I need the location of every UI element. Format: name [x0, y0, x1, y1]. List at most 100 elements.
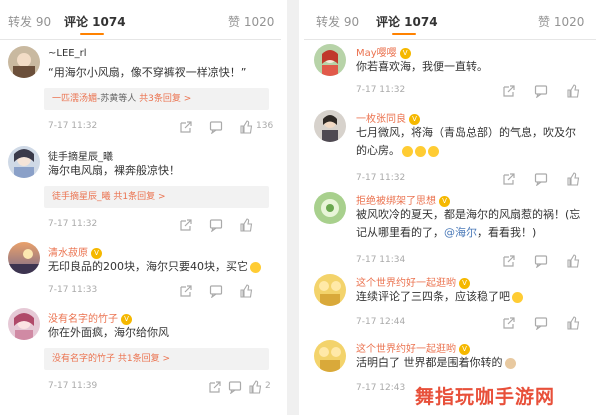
- watermark: 舞指玩咖手游网: [415, 386, 556, 408]
- share-icon[interactable]: [502, 254, 516, 268]
- timestamp: 7-17 12:43: [356, 383, 406, 393]
- avatar[interactable]: [8, 146, 40, 178]
- avatar[interactable]: [314, 192, 346, 224]
- reply-preview[interactable]: 一匹濡汤媚-苏黄等人 共3条回复 >: [44, 88, 269, 110]
- vip-badge-icon: V: [409, 113, 420, 125]
- tab-likes[interactable]: 赞 1020: [228, 13, 274, 30]
- comment-icon[interactable]: [209, 120, 223, 134]
- mention-link[interactable]: @海尔: [444, 226, 477, 239]
- vip-badge-icon: V: [121, 313, 132, 325]
- comment-meta: 7-17 12:44: [356, 316, 588, 330]
- tab-repost[interactable]: 转发 90: [8, 13, 51, 30]
- comment-text: 无印良品的200块，海尔只要40块，买它: [48, 258, 271, 276]
- avatar[interactable]: [8, 46, 40, 78]
- username[interactable]: 清水菽原 V: [48, 244, 102, 259]
- username[interactable]: May嘤嘤 V: [356, 44, 411, 59]
- comment-icon[interactable]: [228, 380, 242, 394]
- comment-meta: 7-17 11:34: [356, 254, 588, 268]
- comment-meta: 7-17 11:32: [356, 84, 588, 98]
- share-icon[interactable]: [502, 172, 516, 186]
- comment-meta: 7-17 11:33: [48, 284, 273, 298]
- tab-likes[interactable]: 赞 1020: [538, 13, 584, 30]
- comment-text: 被风吹冷的夏天，都是海尔的风扇惹的祸！(忘记从哪里看的了，@海尔，看看我！): [356, 208, 581, 239]
- avatar[interactable]: [314, 340, 346, 372]
- vip-badge-icon: V: [459, 343, 470, 355]
- username[interactable]: 这个世界约好一起逛哟 V: [356, 274, 470, 289]
- comment-meta: 7-17 11:32: [48, 218, 273, 232]
- username[interactable]: 这个世界约好一起逛哟 V: [356, 340, 470, 355]
- timestamp: 7-17 11:32: [48, 121, 98, 131]
- tab-bar: 转发 90 评论 1074 赞 1020: [0, 0, 281, 40]
- comment-text: 海尔电风扇，裸奔般凉快！: [48, 164, 180, 177]
- emoji-icon: [402, 145, 413, 157]
- comment-icon[interactable]: [534, 254, 548, 268]
- vip-badge-icon: V: [399, 47, 411, 59]
- comment-text: “用海尔小风扇，像不穿裤衩一样凉快！”: [48, 66, 247, 79]
- left-comment-panel: 转发 90 评论 1074 赞 1020 ~LEE_rl “用海尔小风扇，像不穿…: [0, 0, 281, 415]
- tab-active-indicator: [80, 33, 104, 35]
- right-comment-panel: 转发 90 评论 1074 赞 1020 May嘤嘤 V 你若喜欢海，我便一直转。…: [304, 0, 596, 415]
- emoji-icon: [250, 261, 261, 273]
- comment-icon[interactable]: [534, 84, 548, 98]
- share-icon[interactable]: [502, 316, 516, 330]
- timestamp: 7-17 12:44: [356, 317, 406, 327]
- username[interactable]: 拒绝被绑架了思想 V: [356, 192, 450, 207]
- tab-comments[interactable]: 评论 1074: [376, 13, 438, 30]
- comment-icon[interactable]: [534, 316, 548, 330]
- like-icon[interactable]: [566, 316, 580, 330]
- comment-text: 活明白了 世界都是围着你转的: [356, 354, 586, 372]
- tab-active-indicator: [392, 33, 416, 35]
- timestamp: 7-17 11:34: [356, 255, 406, 265]
- avatar[interactable]: [8, 242, 40, 274]
- emoji-icon: [428, 145, 439, 157]
- avatar[interactable]: [8, 308, 40, 340]
- share-icon[interactable]: [208, 380, 222, 394]
- timestamp: 7-17 11:32: [48, 219, 98, 229]
- like-icon[interactable]: [248, 380, 262, 394]
- vip-badge-icon: V: [459, 277, 470, 289]
- timestamp: 7-17 11:32: [356, 85, 406, 95]
- comment-meta: 7-17 11:32 136: [48, 120, 273, 134]
- username[interactable]: 一枚张同良 V: [356, 110, 420, 125]
- comment-text: 你在外面疯，海尔给你风: [48, 326, 169, 339]
- avatar[interactable]: [314, 274, 346, 306]
- comment-icon[interactable]: [534, 172, 548, 186]
- comment-text: 七月微风，将海（青岛总部）的气息，吹及尔的心房。: [356, 126, 576, 157]
- reply-preview[interactable]: 徒手摘星辰_曦 共1条回复 >: [44, 186, 269, 208]
- avatar[interactable]: [314, 44, 346, 76]
- tab-repost[interactable]: 转发 90: [316, 13, 359, 30]
- comment-text: 你若喜欢海，我便一直转。: [356, 60, 488, 73]
- username[interactable]: 没有名字的竹子 V: [48, 310, 132, 325]
- like-icon[interactable]: [566, 254, 580, 268]
- like-count: 136: [256, 121, 274, 131]
- like-icon[interactable]: [566, 84, 580, 98]
- share-icon[interactable]: [179, 120, 193, 134]
- username[interactable]: 徒手摘星辰_曦: [48, 148, 113, 163]
- reply-preview[interactable]: 没有名字的竹子 共1条回复 >: [44, 348, 269, 370]
- comment-icon[interactable]: [209, 218, 223, 232]
- share-icon[interactable]: [179, 284, 193, 298]
- timestamp: 7-17 11:39: [48, 381, 98, 391]
- share-icon[interactable]: [502, 84, 516, 98]
- dog-emoji-icon: [504, 357, 516, 369]
- comment-meta: 7-17 11:39 2: [48, 380, 273, 394]
- vip-badge-icon: V: [439, 195, 450, 207]
- like-icon[interactable]: [239, 284, 253, 298]
- timestamp: 7-17 11:33: [48, 285, 98, 295]
- tab-comments[interactable]: 评论 1074: [64, 13, 126, 30]
- username[interactable]: ~LEE_rl: [48, 48, 86, 59]
- like-icon[interactable]: [239, 218, 253, 232]
- tab-bar: 转发 90 评论 1074 赞 1020: [304, 0, 596, 40]
- avatar[interactable]: [314, 110, 346, 142]
- like-icon[interactable]: [239, 120, 253, 134]
- panel-divider: [287, 0, 299, 415]
- share-icon[interactable]: [179, 218, 193, 232]
- vip-badge-icon: V: [91, 247, 102, 259]
- like-icon[interactable]: [566, 172, 580, 186]
- emoji-icon: [512, 291, 523, 303]
- emoji-icon: [415, 145, 426, 157]
- comment-text: 连续评论了三四条，应该稳了吧: [356, 288, 586, 306]
- like-count: 2: [265, 381, 271, 391]
- comment-meta: 7-17 11:32: [356, 172, 588, 186]
- comment-icon[interactable]: [209, 284, 223, 298]
